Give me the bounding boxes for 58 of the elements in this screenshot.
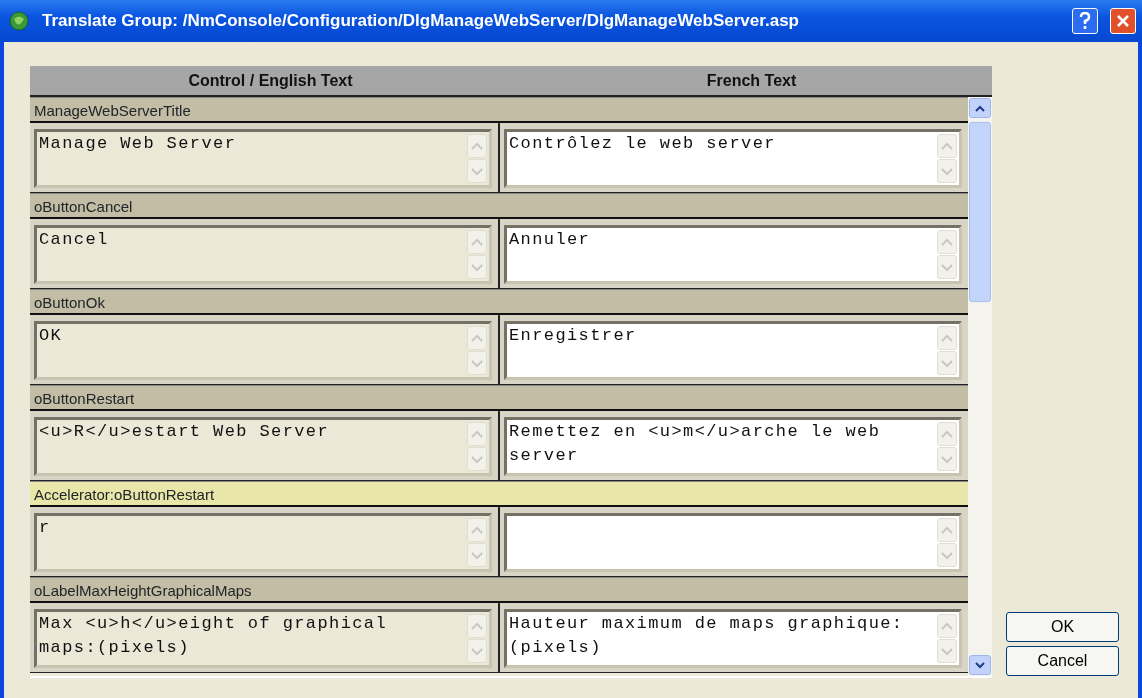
scroll-up-button[interactable] <box>969 98 991 118</box>
french-text-field[interactable]: Hauteur maximum de maps graphique:(pixels) <box>504 609 962 668</box>
scroll-down-icon <box>467 159 487 183</box>
close-icon <box>1116 14 1130 28</box>
control-name: oButtonRestart <box>30 385 968 411</box>
scroll-down-button[interactable] <box>969 655 991 675</box>
scroll-down-icon <box>467 447 487 471</box>
column-header: French Text <box>705 71 798 91</box>
help-icon <box>1079 12 1091 30</box>
scroll-down-icon <box>937 255 957 279</box>
scroll-down-icon <box>937 351 957 375</box>
close-button[interactable] <box>1110 8 1136 34</box>
english-text-field[interactable]: Cancel <box>34 225 492 284</box>
help-button[interactable] <box>1072 8 1098 34</box>
control-name: ManageWebServerTitle <box>30 97 968 123</box>
scroll-up-icon <box>937 518 957 542</box>
scroll-up-icon <box>937 134 957 158</box>
scroll-up-icon <box>937 230 957 254</box>
scroll-up-icon <box>467 230 487 254</box>
english-text-field[interactable]: Manage Web Server <box>34 129 492 188</box>
column-header: Control / English Text <box>187 71 354 91</box>
control-name: oLabelMaxHeightGraphicalMaps <box>30 577 968 603</box>
english-text-field[interactable]: r <box>34 513 492 572</box>
scroll-up-icon <box>937 422 957 446</box>
app-icon <box>8 10 30 32</box>
dialog-button[interactable]: Cancel <box>1006 646 1119 676</box>
scrollbar[interactable] <box>968 97 992 676</box>
dialog-button[interactable]: OK <box>1006 612 1119 642</box>
chevron-up-icon <box>975 104 985 112</box>
control-name: oButtonOk <box>30 289 968 315</box>
scroll-up-icon <box>937 326 957 350</box>
english-text-field[interactable]: OK <box>34 321 492 380</box>
scroll-up-icon <box>467 518 487 542</box>
control-name: oButtonCancel <box>30 193 968 219</box>
scroll-up-icon <box>467 326 487 350</box>
scroll-up-icon <box>467 134 487 158</box>
chevron-down-icon <box>975 661 985 669</box>
scroll-up-icon <box>937 614 957 638</box>
french-text-field[interactable]: Enregistrer <box>504 321 962 380</box>
scroll-down-icon <box>467 255 487 279</box>
scroll-thumb[interactable] <box>969 122 991 302</box>
window-title: Translate Group: /NmConsole/Configuration/DlgManageWebServer/DlgManageWebServer.asp <box>42 10 800 33</box>
scroll-down-icon <box>467 639 487 663</box>
scroll-up-icon <box>467 614 487 638</box>
french-text-field[interactable] <box>504 513 962 572</box>
scroll-up-icon <box>467 422 487 446</box>
scroll-down-icon <box>937 639 957 663</box>
scroll-down-icon <box>467 543 487 567</box>
french-text-field[interactable]: Contrôlez le web server <box>504 129 962 188</box>
control-name: Accelerator:oButtonRestart <box>30 481 968 507</box>
french-text-field[interactable]: Annuler <box>504 225 962 284</box>
scroll-down-icon <box>937 447 957 471</box>
english-text-field[interactable]: <u>R</u>estart Web Server <box>34 417 492 476</box>
scroll-down-icon <box>467 351 487 375</box>
english-text-field[interactable]: Max <u>h</u>eight of graphical maps:(pixels) <box>34 609 492 668</box>
scroll-down-icon <box>937 159 957 183</box>
french-text-field[interactable]: Remettez en <u>m</u>arche le web server <box>504 417 962 476</box>
scroll-down-icon <box>937 543 957 567</box>
